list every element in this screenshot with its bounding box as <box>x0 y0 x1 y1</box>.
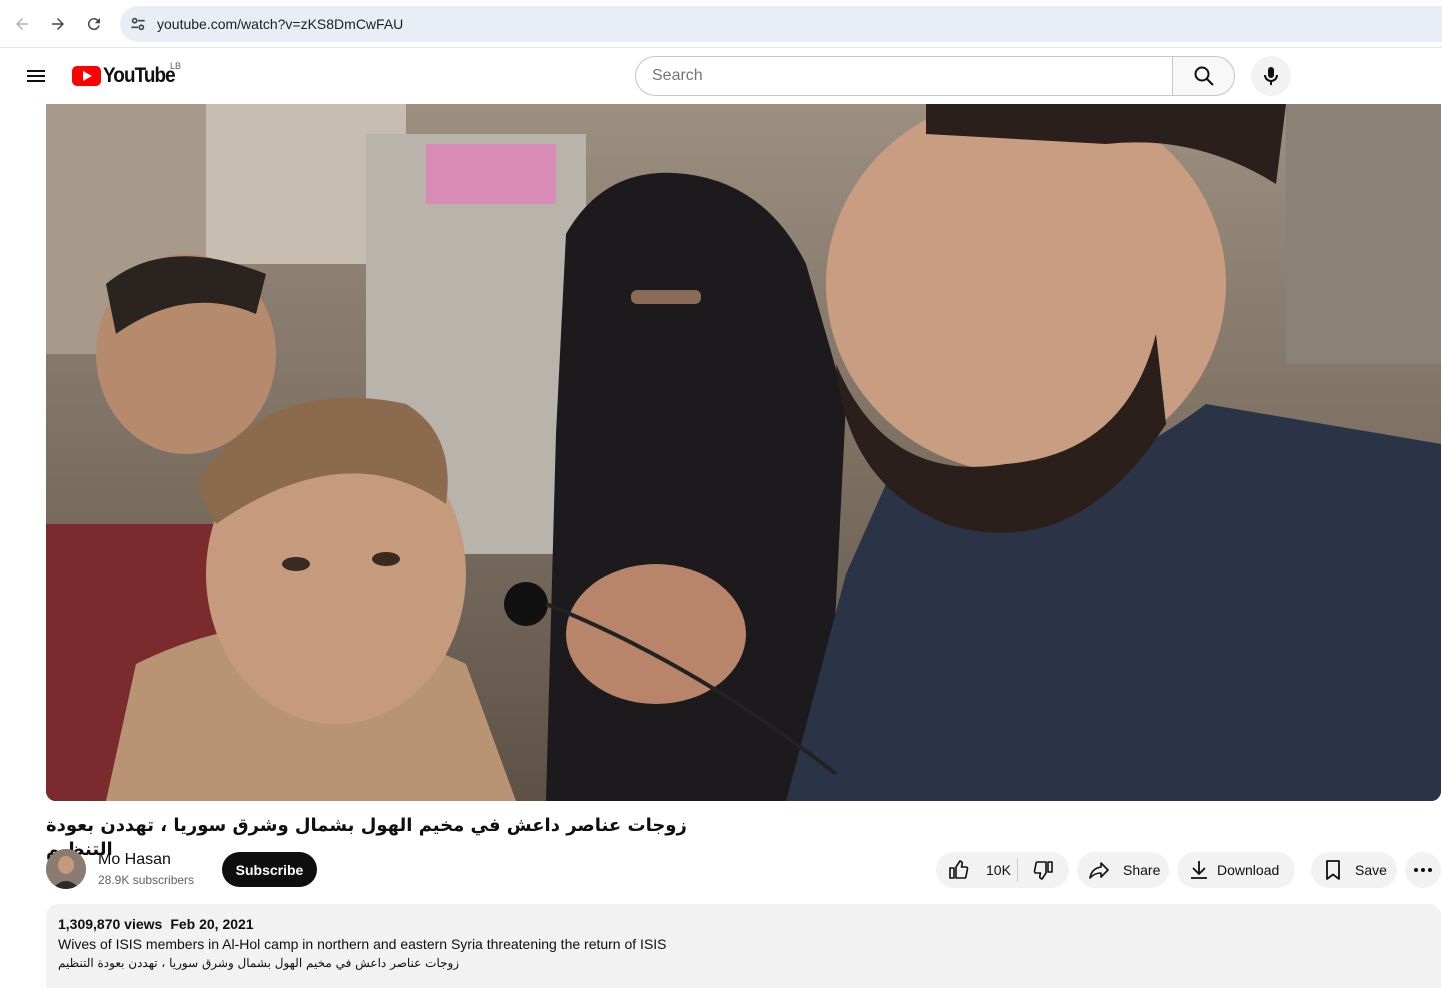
youtube-logo[interactable]: YouTube LB <box>72 61 183 88</box>
download-icon <box>1191 861 1207 879</box>
like-count: 10K <box>986 862 1011 878</box>
view-count: 1,309,870 views <box>58 916 163 932</box>
search-button[interactable] <box>1172 56 1235 96</box>
description-line-arabic: زوجات عناصر داعش في مخيم الهول بشمال وشر… <box>58 956 460 970</box>
share-button[interactable]: Share <box>1077 852 1169 888</box>
upload-date: Feb 20, 2021 <box>170 916 254 932</box>
like-dislike-group: 10K <box>936 852 1069 888</box>
reload-button[interactable] <box>80 10 108 38</box>
browser-toolbar: youtube.com/watch?v=zKS8DmCwFAU <box>0 0 1442 48</box>
view-date-info: 1,309,870 views Feb 20, 2021 <box>58 916 1429 932</box>
forward-button[interactable] <box>44 10 72 38</box>
microphone-icon <box>1264 67 1278 85</box>
logo-wordmark: YouTube <box>103 64 176 87</box>
share-arrow-icon <box>1089 862 1109 879</box>
url-text: youtube.com/watch?v=zKS8DmCwFAU <box>157 16 404 32</box>
subscriber-count: 28.9K subscribers <box>98 873 195 887</box>
avatar-image <box>46 849 86 889</box>
share-label: Share <box>1123 862 1161 878</box>
save-button[interactable]: Save <box>1311 852 1397 888</box>
search-input[interactable] <box>635 56 1172 96</box>
guide-menu-button[interactable] <box>20 60 52 92</box>
youtube-play-icon <box>72 66 101 86</box>
download-button[interactable]: Download <box>1177 852 1295 888</box>
channel-avatar[interactable] <box>46 849 86 889</box>
channel-name[interactable]: Mo Hasan <box>98 851 171 869</box>
reload-icon <box>87 18 100 31</box>
site-info-icon[interactable] <box>128 14 148 34</box>
address-bar[interactable]: youtube.com/watch?v=zKS8DmCwFAU <box>120 6 1442 42</box>
thumbs-down-icon <box>1033 861 1053 880</box>
download-label: Download <box>1217 862 1280 878</box>
voice-search-button[interactable] <box>1251 56 1291 96</box>
like-button[interactable]: 10K <box>936 852 1017 888</box>
hamburger-icon <box>27 70 45 82</box>
back-button[interactable] <box>8 10 36 38</box>
arrow-left-icon <box>16 18 28 30</box>
search-icon <box>1194 66 1214 86</box>
search-box <box>635 56 1235 96</box>
subscribe-button[interactable]: Subscribe <box>222 852 317 887</box>
arrow-right-icon <box>52 18 64 30</box>
masthead: YouTube LB <box>0 48 1442 104</box>
region-code: LB <box>170 61 182 71</box>
description-box[interactable]: 1,309,870 views Feb 20, 2021 Wives of ISI… <box>46 904 1441 988</box>
video-frame <box>46 104 1441 801</box>
save-label: Save <box>1355 862 1387 878</box>
thumbs-up-icon <box>949 860 969 879</box>
dislike-button[interactable] <box>1018 852 1069 888</box>
bookmark-icon <box>1326 860 1340 880</box>
more-actions-button[interactable] <box>1405 852 1441 888</box>
description-line-english: Wives of ISIS members in Al-Hol camp in … <box>58 936 667 952</box>
more-horizontal-icon <box>1414 868 1432 872</box>
video-player[interactable] <box>46 104 1441 801</box>
